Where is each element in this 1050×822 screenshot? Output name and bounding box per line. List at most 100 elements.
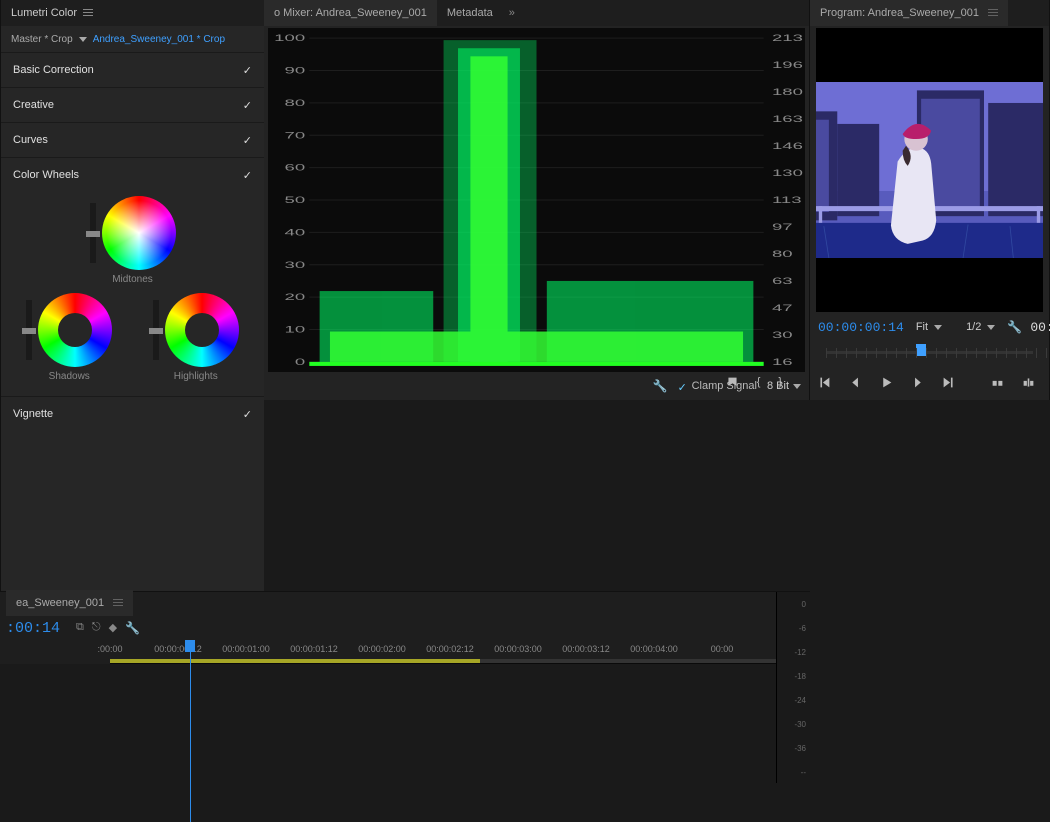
timeline-toolbar: :00:14 ⧉ ⎋ ◆ 🔧 bbox=[0, 614, 810, 642]
svg-text:50: 50 bbox=[284, 196, 305, 206]
svg-text:20: 20 bbox=[284, 293, 305, 303]
timeline-tabs: ea_Sweeney_001 bbox=[0, 592, 810, 614]
hue-disc-icon[interactable] bbox=[102, 196, 176, 270]
step-back-icon[interactable] bbox=[849, 375, 862, 389]
lumetri-header: Lumetri Color bbox=[1, 0, 264, 26]
check-icon[interactable]: ✓ bbox=[243, 134, 252, 147]
section-head-curves[interactable]: Curves ✓ bbox=[1, 123, 264, 157]
wheel-midtones[interactable]: Midtones bbox=[9, 196, 256, 285]
svg-text:213: 213 bbox=[772, 34, 803, 44]
wheel-label: Highlights bbox=[174, 371, 218, 382]
go-to-in-icon[interactable] bbox=[818, 375, 831, 389]
duration-timecode: 00:00:02:18 bbox=[1030, 320, 1050, 335]
svg-text:60: 60 bbox=[284, 163, 305, 173]
db-label: -6 bbox=[799, 624, 806, 633]
tab-sequence[interactable]: ea_Sweeney_001 bbox=[6, 590, 133, 616]
section-head-basic[interactable]: Basic Correction ✓ bbox=[1, 53, 264, 87]
lumetri-title: Lumetri Color bbox=[11, 7, 77, 19]
snap-icon[interactable]: ⧉ bbox=[76, 621, 84, 635]
check-icon[interactable]: ✓ bbox=[243, 99, 252, 112]
tab-program[interactable]: Program: Andrea_Sweeney_001 bbox=[810, 0, 1008, 26]
linked-selection-icon[interactable]: ⎋ bbox=[92, 621, 101, 635]
section-label: Creative bbox=[13, 99, 54, 111]
tab-label: Metadata bbox=[447, 7, 493, 19]
check-icon[interactable]: ✓ bbox=[243, 169, 252, 182]
svg-text:130: 130 bbox=[772, 169, 803, 179]
svg-text:113: 113 bbox=[772, 196, 802, 206]
panel-overflow-chevron-icon[interactable]: » bbox=[503, 7, 521, 19]
playback-res-dropdown[interactable]: 1/2 bbox=[962, 321, 999, 333]
work-area-bar[interactable] bbox=[110, 659, 480, 663]
program-playbar: 00:00:00:14 Fit 1/2 🔧 00:00:02:18 bbox=[810, 312, 1049, 342]
db-label: -12 bbox=[794, 648, 806, 657]
settings-wrench-icon[interactable]: 🔧 bbox=[125, 621, 140, 635]
scopes-tabs: o Mixer: Andrea_Sweeney_001 Metadata » bbox=[264, 0, 809, 26]
step-forward-icon[interactable] bbox=[911, 375, 924, 389]
svg-text:47: 47 bbox=[772, 303, 793, 313]
luma-slider[interactable] bbox=[26, 300, 32, 360]
crumb-master[interactable]: Master * Crop bbox=[11, 34, 73, 45]
chevron-down-icon bbox=[987, 325, 995, 330]
db-label: 0 bbox=[802, 600, 806, 609]
clamp-label: Clamp Signal bbox=[692, 380, 757, 392]
db-label: -18 bbox=[794, 672, 806, 681]
marker-icon[interactable]: ◆ bbox=[109, 621, 117, 635]
add-marker-icon[interactable] bbox=[726, 375, 739, 389]
luma-slider[interactable] bbox=[90, 203, 96, 263]
section-label: Color Wheels bbox=[13, 169, 79, 181]
check-icon[interactable]: ✓ bbox=[243, 64, 252, 77]
transport-controls: { } + bbox=[810, 364, 1049, 400]
chevron-down-icon bbox=[934, 325, 942, 330]
section-head-creative[interactable]: Creative ✓ bbox=[1, 88, 264, 122]
timeline-ruler[interactable]: :00:0000:00:00:1200:00:01:0000:00:01:120… bbox=[110, 642, 810, 664]
ruler-timecode: 00:00:03:12 bbox=[562, 644, 610, 654]
timeline-timecode[interactable]: :00:14 bbox=[6, 620, 68, 637]
play-icon[interactable] bbox=[880, 375, 893, 389]
svg-text:10: 10 bbox=[284, 325, 305, 335]
wrench-icon[interactable]: 🔧 bbox=[653, 379, 668, 393]
panel-menu-icon[interactable] bbox=[83, 9, 93, 17]
settings-wrench-icon[interactable]: 🔧 bbox=[1007, 320, 1022, 334]
hue-ring-icon[interactable] bbox=[38, 293, 112, 367]
svg-text:80: 80 bbox=[772, 250, 793, 260]
tab-metadata[interactable]: Metadata bbox=[437, 0, 503, 26]
svg-text:100: 100 bbox=[274, 34, 305, 44]
bit-depth-select[interactable]: 8 Bit bbox=[767, 380, 801, 392]
luma-slider[interactable] bbox=[153, 300, 159, 360]
hue-ring-icon[interactable] bbox=[165, 293, 239, 367]
wheel-highlights[interactable]: Highlights bbox=[136, 293, 257, 382]
wheel-shadows[interactable]: Shadows bbox=[9, 293, 130, 382]
lift-icon[interactable] bbox=[991, 375, 1004, 389]
fit-label: Fit bbox=[916, 321, 928, 333]
section-head-vignette[interactable]: Vignette ✓ bbox=[1, 397, 264, 431]
video-frame bbox=[816, 82, 1043, 258]
db-label: -- bbox=[801, 768, 806, 777]
program-viewer[interactable] bbox=[816, 28, 1043, 312]
program-monitor-panel: Program: Andrea_Sweeney_001 bbox=[810, 0, 1050, 400]
current-timecode[interactable]: 00:00:00:14 bbox=[818, 320, 904, 335]
program-mini-ruler[interactable] bbox=[816, 342, 1043, 364]
ruler-timecode: 00:00:02:00 bbox=[358, 644, 406, 654]
mark-in-icon[interactable]: { bbox=[757, 375, 761, 389]
crumb-sequence[interactable]: Andrea_Sweeney_001 * Crop bbox=[93, 34, 225, 45]
zoom-fit-dropdown[interactable]: Fit bbox=[912, 321, 946, 333]
panel-menu-icon[interactable] bbox=[113, 599, 123, 607]
check-icon[interactable]: ✓ bbox=[243, 408, 252, 421]
tab-audio-mixer[interactable]: o Mixer: Andrea_Sweeney_001 bbox=[264, 0, 437, 26]
svg-text:196: 196 bbox=[772, 61, 803, 71]
db-label: -24 bbox=[794, 696, 806, 705]
mark-out-icon[interactable]: } bbox=[778, 375, 782, 389]
res-label: 1/2 bbox=[966, 321, 981, 333]
go-to-out-icon[interactable] bbox=[942, 375, 955, 389]
color-wheels-body: Midtones Shadows Highlights bbox=[1, 192, 264, 396]
section-label: Vignette bbox=[13, 408, 53, 420]
clamp-signal-checkbox[interactable]: ✓ Clamp Signal bbox=[678, 380, 757, 392]
svg-text:146: 146 bbox=[772, 142, 803, 152]
program-playhead[interactable] bbox=[916, 344, 926, 356]
section-head-wheels[interactable]: Color Wheels ✓ bbox=[1, 158, 264, 192]
panel-menu-icon[interactable] bbox=[988, 9, 998, 17]
ruler-timecode: 00:00:01:00 bbox=[222, 644, 270, 654]
extract-icon[interactable] bbox=[1022, 375, 1035, 389]
chevron-down-icon[interactable] bbox=[79, 37, 87, 42]
section-curves: Curves ✓ bbox=[1, 122, 264, 157]
